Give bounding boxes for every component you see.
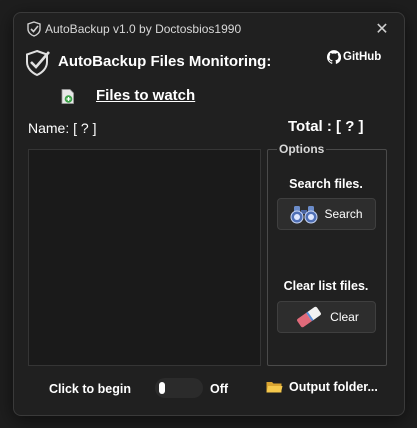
search-button-label: Search (324, 207, 363, 221)
close-icon: ✕ (375, 21, 389, 38)
folder-icon (266, 382, 283, 393)
search-files-heading: Search files. (289, 177, 363, 191)
clear-button-label: Clear (330, 310, 359, 324)
output-folder-button[interactable]: Output folder... (266, 380, 378, 394)
options-legend: Options (277, 142, 327, 156)
binoculars-icon (290, 206, 318, 224)
close-button[interactable]: ✕ (368, 17, 396, 41)
window-title: AutoBackup v1.0 by Doctosbios1990 (45, 22, 242, 36)
shield-check-icon (27, 21, 41, 37)
shield-check-icon (26, 49, 50, 77)
toggle-knob (159, 382, 165, 394)
file-add-icon (61, 89, 74, 104)
output-folder-label: Output folder... (289, 380, 378, 394)
files-to-watch-link[interactable]: Files to watch (96, 87, 195, 104)
github-label: GitHub (343, 51, 382, 63)
monitoring-toggle[interactable] (155, 378, 203, 398)
search-button[interactable]: Search (277, 198, 376, 230)
github-icon (327, 50, 341, 64)
eraser-icon (297, 306, 322, 328)
begin-label: Click to begin (49, 382, 131, 396)
title-bar[interactable]: AutoBackup v1.0 by Doctosbios1990 ✕ (14, 13, 404, 45)
app-window: AutoBackup v1.0 by Doctosbios1990 ✕ Auto… (13, 12, 405, 416)
file-list[interactable] (28, 149, 261, 366)
total-label: Total : [ ? ] (288, 118, 364, 135)
clear-files-heading: Clear list files. (283, 279, 369, 293)
name-label: Name: [ ? ] (28, 120, 97, 136)
github-link[interactable]: GitHub (327, 50, 381, 64)
page-title: AutoBackup Files Monitoring: (58, 53, 272, 70)
clear-button[interactable]: Clear (277, 301, 376, 333)
toggle-state-label: Off (210, 382, 229, 396)
